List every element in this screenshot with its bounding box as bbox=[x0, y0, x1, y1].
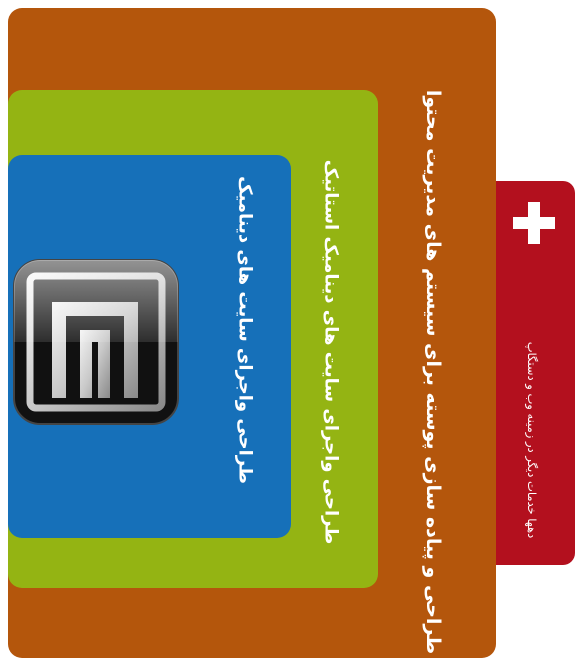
logo-icon bbox=[13, 259, 179, 425]
side-tab-label: دهها خدمات دیگر در زمینه وب و دستگاپ bbox=[525, 341, 539, 539]
outer-box-label: طراحی و پیاده سازی پوسته برای سیستم های … bbox=[422, 89, 444, 655]
plus-icon[interactable] bbox=[511, 200, 557, 246]
inner-box-label: طراحی واجرای سایت های دینامیک bbox=[234, 176, 256, 484]
middle-box-label: طراحی واجرای سایت های دینامیک استاتیک bbox=[320, 159, 342, 545]
